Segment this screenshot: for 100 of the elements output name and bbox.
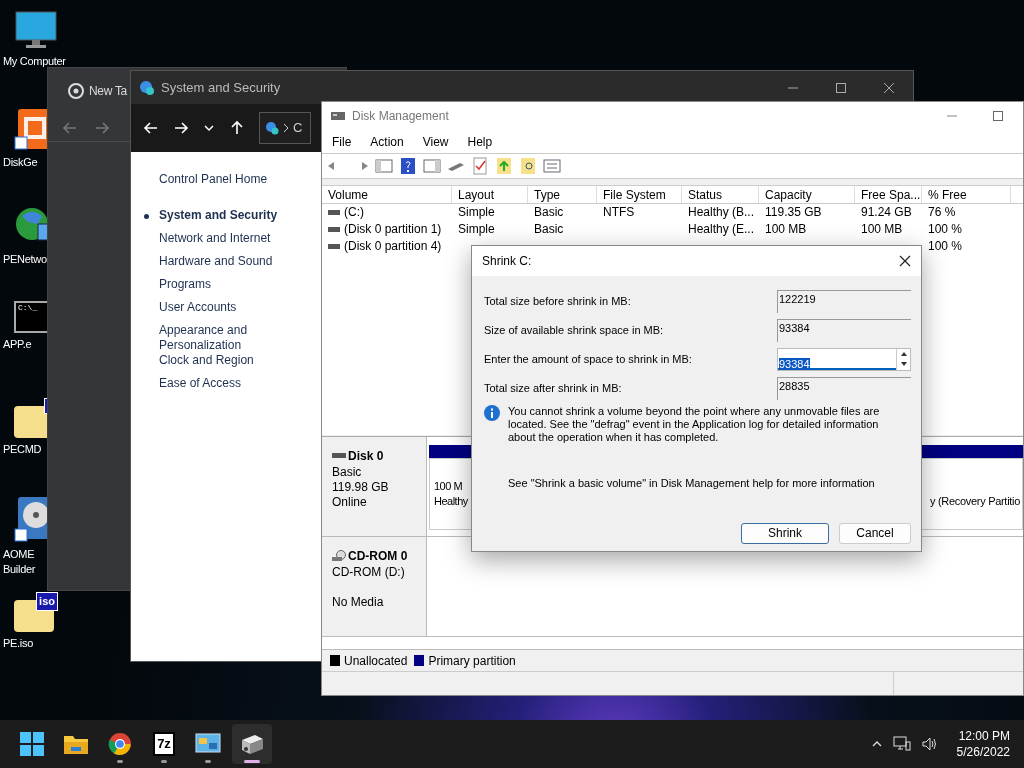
- field-label: Size of available shrink space in MB:: [484, 323, 665, 339]
- legend-label: Unallocated: [344, 652, 408, 670]
- clock-time[interactable]: 12:00 PM: [958, 728, 1010, 744]
- folder-search-icon[interactable]: [518, 157, 538, 175]
- column-header[interactable]: Capacity: [759, 186, 855, 203]
- sidebar-link[interactable]: Network and Internet: [159, 231, 271, 254]
- desktop-icon-label[interactable]: PENetwo: [2, 252, 47, 267]
- checklist-icon[interactable]: [470, 157, 490, 175]
- readonly-field: 28835: [777, 377, 911, 400]
- disk-drive-icon: [239, 732, 265, 756]
- disk-info: Basic: [332, 465, 363, 480]
- table-cell: Basic: [534, 221, 564, 238]
- dialog-button[interactable]: Shrink: [741, 522, 829, 544]
- chevron-down-icon[interactable]: [203, 122, 215, 134]
- disk-info: CD-ROM (D:): [332, 565, 406, 580]
- sidebar-link[interactable]: Clock and Region: [159, 353, 254, 376]
- table-cell: (Disk 0 partition 1): [344, 221, 442, 238]
- column-header[interactable]: % Free: [922, 186, 1011, 203]
- maximize-icon[interactable]: [836, 82, 846, 93]
- disk-name: CD-ROM 0: [348, 548, 408, 565]
- folder-up-icon[interactable]: [494, 157, 514, 175]
- disk-info: 119.98 GB: [332, 480, 390, 495]
- browser-tab-title[interactable]: New Ta: [89, 82, 127, 100]
- sidebar-link[interactable]: Ease of Access: [159, 376, 242, 399]
- forward-arrow-icon[interactable]: [173, 120, 189, 136]
- help-message: See "Shrink a basic volume" in Disk Management help for more information: [508, 476, 876, 491]
- sidebar-link[interactable]: Control Panel Home: [159, 170, 268, 188]
- field-label: Total size before shrink in MB:: [484, 294, 632, 310]
- readonly-field: 93384: [777, 319, 911, 342]
- taskbar-app-button[interactable]: 7z: [144, 724, 184, 764]
- table-cell: (C:): [344, 204, 364, 221]
- column-header[interactable]: Volume: [322, 186, 452, 203]
- table-cell: Simple: [458, 221, 495, 238]
- table-cell: NTFS: [603, 204, 635, 221]
- table-cell: (Disk 0 partition 4): [344, 238, 442, 255]
- clock-date[interactable]: 5/26/2022: [956, 744, 1010, 760]
- up-arrow-icon[interactable]: [229, 120, 245, 136]
- close-icon[interactable]: [899, 255, 911, 267]
- readonly-field: 122219: [777, 290, 911, 313]
- menu-item[interactable]: View: [422, 132, 449, 151]
- windows-logo-icon: [20, 732, 44, 756]
- info-icon: [484, 405, 500, 421]
- field-label: Enter the amount of space to shrink in MB:: [484, 352, 693, 368]
- table-cell: 100 %: [928, 238, 963, 255]
- spin-field[interactable]: 93384: [777, 348, 911, 371]
- field-label: Total size after shrink in MB:: [484, 381, 623, 397]
- column-header[interactable]: Layout: [452, 186, 528, 203]
- sidebar-link[interactable]: Programs: [159, 277, 211, 300]
- table-cell: 76 %: [928, 204, 956, 221]
- back-arrow-icon[interactable]: [143, 120, 159, 136]
- partition-info: y (Recovery Partitio: [930, 494, 1020, 509]
- maximize-icon[interactable]: [993, 111, 1003, 121]
- archive-app-icon: 7z: [153, 732, 175, 756]
- desktop-icon-label[interactable]: APP.e: [2, 337, 32, 352]
- table-cell: 100 %: [928, 221, 963, 238]
- partition-info: Healthy: [434, 494, 468, 509]
- control-panel-icon: [195, 733, 221, 755]
- dialog-button[interactable]: Cancel: [839, 522, 911, 544]
- dialog-title: Shrink C:: [482, 253, 532, 270]
- table-cell: 100 MB: [765, 221, 807, 238]
- menu-item[interactable]: Action: [370, 132, 404, 151]
- disk-drive-icon: [330, 109, 346, 123]
- disk-info: Online: [332, 495, 368, 510]
- menu-item[interactable]: File: [332, 132, 352, 151]
- address-bar[interactable]: C: [259, 112, 311, 144]
- column-header[interactable]: File System: [597, 186, 682, 203]
- field-value: 93384: [779, 358, 810, 370]
- disk-info: No Media: [332, 595, 385, 610]
- menu-item[interactable]: Help: [467, 132, 493, 151]
- table-cell: 119.35 GB: [765, 204, 822, 221]
- desktop-icon-label[interactable]: My Computer: [2, 54, 66, 69]
- desktop-icon-label[interactable]: PECMD: [2, 442, 42, 457]
- sidebar-link[interactable]: System and Security: [159, 208, 278, 231]
- desktop-icon-label[interactable]: DiskGe: [2, 155, 38, 170]
- table-cell: 91.24 GB: [861, 204, 912, 221]
- chevron-right-icon: [282, 123, 290, 133]
- network-icon[interactable]: [892, 736, 911, 752]
- taskbar-app-button[interactable]: [232, 724, 272, 764]
- legend-label: Primary partition: [428, 652, 516, 670]
- desktop-icon-label[interactable]: AOME: [2, 547, 35, 562]
- help-icon[interactable]: [398, 157, 418, 175]
- table-cell: Basic: [534, 204, 564, 221]
- column-header[interactable]: Free Spa...: [855, 186, 922, 203]
- window-title: System and Security: [161, 78, 281, 97]
- partition-info: 100 M: [434, 479, 463, 494]
- disc-icon: [332, 550, 346, 562]
- volume-icon[interactable]: [920, 736, 939, 752]
- table-cell: Healthy (B...: [688, 204, 755, 221]
- info-message: You cannot shrink a volume beyond the point where any unmovable files are located. See the "defrag" event in the Application log for detailed information about the operation when it has completed.: [508, 405, 881, 444]
- desktop-icon-label[interactable]: PE.iso: [2, 636, 33, 651]
- sidebar-link[interactable]: User Accounts: [159, 300, 237, 323]
- sidebar-link[interactable]: Hardware and Sound: [159, 254, 273, 277]
- column-header[interactable]: Status: [682, 186, 759, 203]
- desktop-icon-label[interactable]: Builder: [2, 562, 36, 577]
- sidebar-link[interactable]: Appearance and Personalization: [159, 323, 319, 353]
- table-cell: Healthy (E...: [688, 221, 755, 238]
- window-title: Disk Management: [352, 108, 449, 125]
- column-header[interactable]: Type: [528, 186, 597, 203]
- folder-icon: [63, 733, 89, 755]
- close-icon[interactable]: [884, 82, 894, 93]
